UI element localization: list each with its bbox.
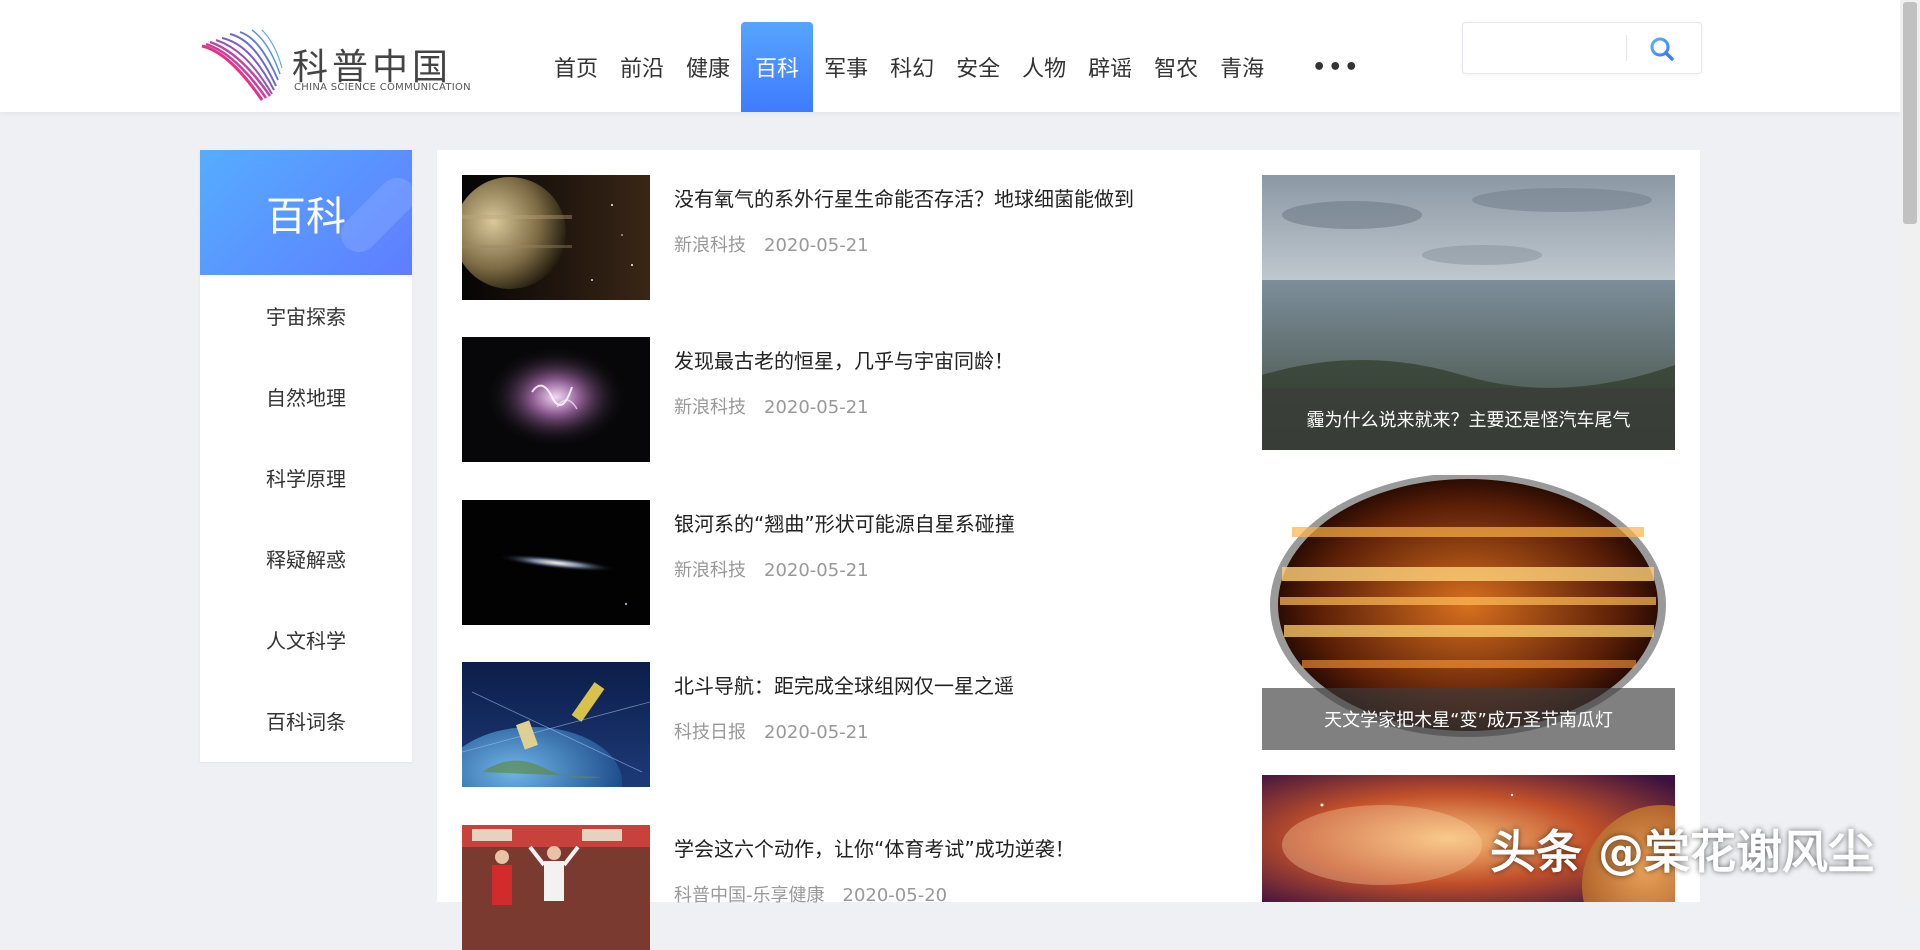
search-divider xyxy=(1626,35,1627,61)
sidebar-item-principles[interactable]: 科学原理 xyxy=(200,437,412,518)
nav-encyclopedia[interactable]: 百科 xyxy=(741,22,814,112)
article-title[interactable]: 北斗导航：距完成全球组网仅一星之遥 xyxy=(674,670,1014,699)
article-source: 新浪科技 xyxy=(674,397,746,418)
sidebar-item-universe[interactable]: 宇宙探索 xyxy=(200,275,412,356)
article-source: 科普中国-乐享健康 xyxy=(674,885,825,906)
sidebar-item-geography[interactable]: 自然地理 xyxy=(200,356,412,437)
feature-card[interactable]: 天文学家把木星“变”成万圣节南瓜灯 xyxy=(1262,475,1675,750)
article-date: 2020-05-20 xyxy=(842,885,948,906)
article-meta: 新浪科技 2020-05-21 xyxy=(674,231,869,257)
logo-text-en: CHINA SCIENCE COMMUNICATION xyxy=(294,82,471,93)
article-thumbnail-exercise[interactable] xyxy=(462,825,650,950)
article-title[interactable]: 没有氧气的系外行星生命能否存活？地球细菌能做到 xyxy=(674,183,1134,212)
category-sidebar: 百科 宇宙探索 自然地理 科学原理 释疑解惑 人文科学 百科词条 xyxy=(200,150,412,762)
nav-home[interactable]: 首页 xyxy=(543,22,609,112)
search-box xyxy=(1462,22,1702,74)
feature-card[interactable]: 霾为什么说来就来？主要还是怪汽车尾气 xyxy=(1262,175,1675,450)
main-nav: 首页 前沿 健康 百科 军事 科幻 安全 人物 辟谣 智农 青海 ••• xyxy=(543,22,1371,112)
article-thumbnail-satellite[interactable] xyxy=(462,662,650,787)
site-logo[interactable]: 科普中国 CHINA SCIENCE COMMUNICATION xyxy=(200,28,495,104)
article-item[interactable]: 发现最古老的恒星，几乎与宇宙同龄！ 新浪科技 2020-05-21 xyxy=(462,337,1202,462)
search-input[interactable] xyxy=(1473,31,1657,65)
main-content: 没有氧气的系外行星生命能否存活？地球细菌能做到 新浪科技 2020-05-21 发… xyxy=(437,150,1700,950)
article-date: 2020-05-21 xyxy=(764,722,869,743)
article-title[interactable]: 银河系的“翘曲”形状可能源自星系碰撞 xyxy=(674,508,1015,537)
watermark: 头条 @棠花谢风尘 xyxy=(1490,825,1875,879)
nav-scifi[interactable]: 科幻 xyxy=(879,22,945,112)
article-meta: 科技日报 2020-05-21 xyxy=(674,718,869,744)
nav-military[interactable]: 军事 xyxy=(813,22,879,112)
site-header: 科普中国 CHINA SCIENCE COMMUNICATION 首页 前沿 健… xyxy=(0,0,1900,112)
nav-rumor[interactable]: 辟谣 xyxy=(1077,22,1143,112)
page-scrollbar[interactable] xyxy=(1900,0,1920,902)
nav-people[interactable]: 人物 xyxy=(1011,22,1077,112)
sidebar-item-humanities[interactable]: 人文科学 xyxy=(200,599,412,680)
article-meta: 科普中国-乐享健康 2020-05-20 xyxy=(674,881,947,907)
sidebar-item-qa[interactable]: 释疑解惑 xyxy=(200,518,412,599)
article-meta: 新浪科技 2020-05-21 xyxy=(674,393,869,419)
article-title[interactable]: 学会这六个动作，让你“体育考试”成功逆袭！ xyxy=(674,833,1075,862)
scrollbar-thumb[interactable] xyxy=(1903,2,1917,224)
nav-frontier[interactable]: 前沿 xyxy=(609,22,675,112)
article-date: 2020-05-21 xyxy=(764,560,869,581)
article-thumbnail-nebula[interactable] xyxy=(462,337,650,462)
article-thumbnail-planet[interactable] xyxy=(462,175,650,300)
nav-agriculture[interactable]: 智农 xyxy=(1143,22,1209,112)
article-source: 新浪科技 xyxy=(674,235,746,256)
article-item[interactable]: 银河系的“翘曲”形状可能源自星系碰撞 新浪科技 2020-05-21 xyxy=(462,500,1202,625)
article-date: 2020-05-21 xyxy=(764,235,869,256)
sidebar-title: 百科 xyxy=(266,193,346,240)
nav-qinghai[interactable]: 青海 xyxy=(1209,22,1275,112)
sidebar-item-entries[interactable]: 百科词条 xyxy=(200,680,412,761)
feature-caption[interactable]: 霾为什么说来就来？主要还是怪汽车尾气 xyxy=(1262,388,1675,450)
sidebar-header: 百科 xyxy=(200,150,412,275)
article-item[interactable]: 没有氧气的系外行星生命能否存活？地球细菌能做到 新浪科技 2020-05-21 xyxy=(462,175,1202,300)
more-menu-icon[interactable]: ••• xyxy=(1301,22,1371,112)
article-item[interactable]: 北斗导航：距完成全球组网仅一星之遥 科技日报 2020-05-21 xyxy=(462,662,1202,787)
nav-health[interactable]: 健康 xyxy=(675,22,741,112)
article-source: 新浪科技 xyxy=(674,560,746,581)
feature-caption[interactable]: 天文学家把木星“变”成万圣节南瓜灯 xyxy=(1262,688,1675,750)
article-title[interactable]: 发现最古老的恒星，几乎与宇宙同龄！ xyxy=(674,345,1014,374)
article-thumbnail-galaxy[interactable] xyxy=(462,500,650,625)
article-source: 科技日报 xyxy=(674,722,746,743)
article-date: 2020-05-21 xyxy=(764,397,869,418)
article-item[interactable]: 学会这六个动作，让你“体育考试”成功逆袭！ 科普中国-乐享健康 2020-05-2… xyxy=(462,825,1202,950)
nav-safety[interactable]: 安全 xyxy=(945,22,1011,112)
article-meta: 新浪科技 2020-05-21 xyxy=(674,556,869,582)
logo-wave-icon xyxy=(201,29,283,101)
search-icon[interactable] xyxy=(1648,35,1676,63)
